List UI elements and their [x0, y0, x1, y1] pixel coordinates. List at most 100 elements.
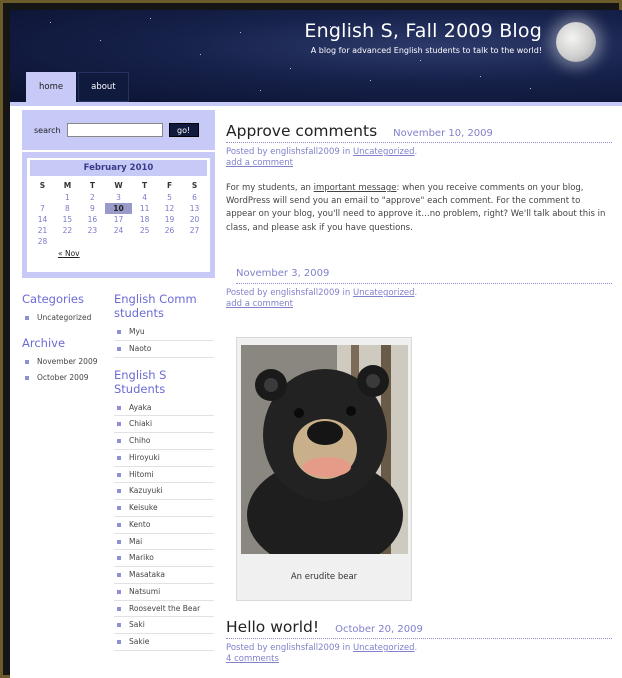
category-item[interactable]: Uncategorized: [22, 310, 112, 326]
archive-item[interactable]: November 2009: [22, 354, 112, 370]
student-link[interactable]: Myu: [114, 324, 214, 341]
calendar-day: [80, 236, 105, 247]
calendar-day: 15: [62, 215, 73, 224]
category-link[interactable]: Uncategorized: [353, 643, 415, 653]
important-message-link[interactable]: important message: [314, 183, 397, 193]
calendar-day: 26: [164, 226, 175, 235]
student-link[interactable]: Natsumi: [114, 584, 214, 601]
calendar-day: 1: [65, 193, 70, 202]
comm-students-list: Myu Naoto: [114, 324, 214, 358]
calendar-title: February 2010: [30, 160, 207, 176]
post-date: October 20, 2009: [335, 624, 423, 635]
calendar-day: 21: [37, 226, 48, 235]
category-link[interactable]: Uncategorized: [353, 288, 415, 298]
categories-title: Categories: [22, 292, 84, 306]
calendar-day: [182, 236, 207, 247]
page-body: search go! February 2010 S M T W T F S 1: [10, 102, 622, 678]
student-link[interactable]: Masataka: [114, 567, 214, 584]
calendar-day: 7: [40, 204, 45, 213]
archive-item[interactable]: October 2009: [22, 370, 112, 386]
student-link[interactable]: Roosevelt the Bear: [114, 601, 214, 618]
search-input[interactable]: [66, 123, 163, 137]
calendar-day: 11: [139, 204, 150, 213]
student-link[interactable]: Chiho: [114, 433, 214, 450]
add-comment-link[interactable]: add a comment: [226, 158, 612, 168]
calendar-day: 6: [192, 193, 197, 202]
student-link[interactable]: Hiroyuki: [114, 450, 214, 467]
post-meta: Posted by englishsfall2009 in Uncategori…: [226, 643, 418, 653]
student-link[interactable]: Saki: [114, 617, 214, 634]
calendar-day: 23: [87, 226, 98, 235]
archive-title: Archive: [22, 335, 66, 350]
bear-illustration: [241, 345, 408, 554]
calendar-day: [55, 236, 80, 247]
header-underline: [10, 102, 622, 106]
archive-list: November 2009 October 2009: [22, 354, 112, 386]
calendar-prev-link[interactable]: « Nov: [30, 249, 207, 258]
moon-image: [556, 22, 596, 62]
student-link[interactable]: Keisuke: [114, 500, 214, 517]
student-link[interactable]: Ayaka: [114, 400, 214, 417]
calendar-day: 24: [113, 226, 124, 235]
calendar-day: 28: [37, 237, 48, 246]
calendar-day: [30, 192, 55, 203]
calendar-day: [132, 236, 157, 247]
post-title[interactable]: Hello world!: [226, 618, 319, 636]
calendar-day-header: T: [142, 181, 148, 190]
search-go-button[interactable]: go!: [168, 123, 199, 137]
search-widget: search go!: [22, 110, 215, 150]
student-link[interactable]: Mai: [114, 534, 214, 551]
calendar-day: 22: [62, 226, 73, 235]
comments-link[interactable]: 4 comments: [226, 654, 612, 664]
student-link[interactable]: Kazuyuki: [114, 483, 214, 500]
calendar-day: 2: [89, 193, 95, 202]
bear-photo[interactable]: [241, 345, 408, 554]
post-approve-comments: Approve comments November 10, 2009 Poste…: [226, 122, 612, 235]
calendar-day: 8: [65, 204, 70, 213]
post-title[interactable]: Approve comments: [226, 122, 377, 140]
sidebar-col-1: Categories Uncategorized Archive Novembe…: [22, 292, 112, 385]
tab-home[interactable]: home: [26, 72, 77, 102]
calendar-day: [157, 236, 182, 247]
post-date: November 10, 2009: [393, 128, 493, 139]
student-link[interactable]: Mariko: [114, 550, 214, 567]
categories-list: Uncategorized: [22, 310, 112, 326]
calendar-day-header: W: [114, 181, 123, 190]
calendar-day: 5: [167, 193, 172, 202]
student-link[interactable]: Kento: [114, 517, 214, 534]
student-link[interactable]: Naoto: [114, 341, 214, 358]
comm-students-title: English Comm students: [114, 292, 197, 320]
post-hello-world: Hello world! October 20, 2009 Posted by …: [226, 618, 612, 664]
search-label: search: [34, 125, 61, 135]
photo-caption: An erudite bear: [290, 572, 358, 582]
calendar-day: 18: [139, 215, 150, 224]
calendar-day: 19: [164, 215, 175, 224]
calendar-day: 12: [164, 204, 175, 213]
photo-card: An erudite bear: [236, 337, 412, 601]
calendar-day-header: S: [191, 181, 198, 190]
student-link[interactable]: Chiaki: [114, 416, 214, 433]
calendar-day-header: S: [39, 181, 46, 190]
calendar-day: 17: [113, 215, 124, 224]
calendar-day: 25: [139, 226, 150, 235]
s-students-title: English S Students: [114, 367, 167, 396]
student-link[interactable]: Hitomi: [114, 467, 214, 484]
blog-title[interactable]: English S, Fall 2009 Blog: [304, 20, 542, 42]
calendar-widget: February 2010 S M T W T F S 1 2 3 4 5 6 …: [22, 152, 215, 278]
category-link[interactable]: Uncategorized: [353, 147, 415, 157]
calendar-grid: S M T W T F S 1 2 3 4 5 6 7 8 9 10 11 12…: [30, 179, 207, 247]
calendar-day: 14: [37, 215, 48, 224]
student-link[interactable]: Sakie: [114, 634, 214, 651]
calendar-day: 20: [189, 215, 200, 224]
calendar-day: 4: [142, 193, 147, 202]
blog-header: English S, Fall 2009 Blog A blog for adv…: [10, 10, 622, 102]
calendar-day-header: M: [63, 181, 72, 190]
post-body: For my students, an important message: w…: [226, 183, 606, 233]
main-nav: home about: [26, 72, 131, 102]
calendar-day: [105, 236, 132, 247]
add-comment-link[interactable]: add a comment: [226, 299, 612, 309]
tab-about[interactable]: about: [78, 72, 129, 102]
calendar-day: 3: [116, 193, 121, 202]
post-bear: November 3, 2009 Posted by englishsfall2…: [226, 268, 612, 309]
post-date: November 3, 2009: [236, 268, 330, 279]
